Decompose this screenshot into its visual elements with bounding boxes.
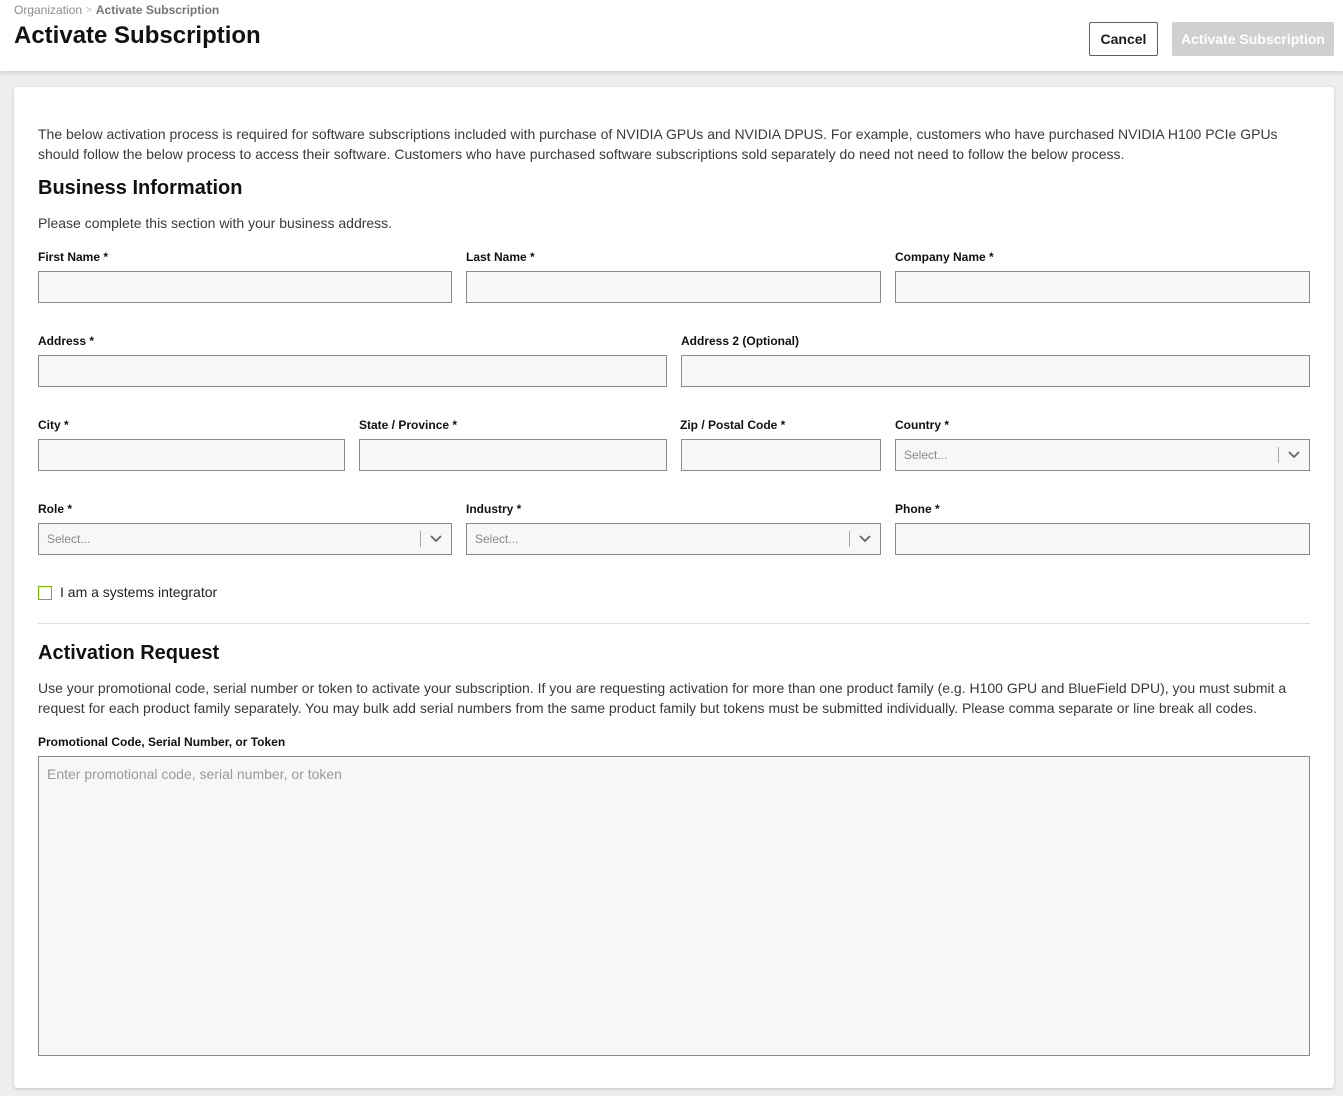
chevron-down-icon[interactable]: [850, 524, 880, 554]
intro-text: The below activation process is required…: [38, 126, 1278, 162]
breadcrumb-current: Activate Subscription: [95, 3, 220, 17]
phone-input[interactable]: [895, 523, 1310, 555]
business-information-title: Business Information: [38, 177, 243, 199]
country-select[interactable]: Select...: [895, 439, 1310, 471]
state-label: State / Province *: [359, 418, 458, 432]
city-label: City *: [38, 418, 69, 432]
country-select-placeholder: Select...: [904, 448, 948, 462]
page-header: Organization > Activate Subscription Act…: [0, 0, 1343, 71]
company-name-label: Company Name *: [895, 250, 994, 264]
address-input[interactable]: [38, 355, 667, 387]
business-information-description: Please complete this section with your b…: [38, 215, 393, 231]
country-label: Country *: [895, 418, 949, 432]
first-name-input[interactable]: [38, 271, 452, 303]
last-name-label: Last Name *: [466, 250, 535, 264]
last-name-input[interactable]: [466, 271, 881, 303]
section-divider: [38, 623, 1310, 624]
code-label: Promotional Code, Serial Number, or Toke…: [38, 735, 286, 749]
breadcrumb-separator-icon: >: [86, 4, 92, 16]
chevron-down-icon[interactable]: [1279, 440, 1309, 470]
industry-label: Industry *: [466, 502, 522, 516]
breadcrumb: Organization > Activate Subscription: [14, 3, 219, 17]
role-select[interactable]: Select...: [38, 523, 452, 555]
phone-label: Phone *: [895, 502, 940, 516]
zip-input[interactable]: [681, 439, 881, 471]
company-name-input[interactable]: [895, 271, 1310, 303]
chevron-down-icon[interactable]: [421, 524, 451, 554]
zip-label: Zip / Postal Code *: [680, 418, 786, 432]
state-input[interactable]: [359, 439, 667, 471]
breadcrumb-organization[interactable]: Organization: [14, 3, 82, 17]
city-input[interactable]: [38, 439, 345, 471]
activate-subscription-button[interactable]: Activate Subscription: [1172, 22, 1334, 56]
systems-integrator-label[interactable]: I am a systems integrator: [60, 584, 217, 600]
page-title: Activate Subscription: [14, 22, 261, 49]
role-label: Role *: [38, 502, 73, 516]
role-select-placeholder: Select...: [47, 532, 91, 546]
industry-select-placeholder: Select...: [475, 532, 519, 546]
activation-request-description: Use your promotional code, serial number…: [38, 680, 1287, 716]
activation-form-card: The below activation process is required…: [14, 87, 1334, 1088]
first-name-label: First Name *: [38, 250, 109, 264]
systems-integrator-checkbox[interactable]: [38, 586, 52, 600]
cancel-button[interactable]: Cancel: [1089, 22, 1158, 56]
industry-select[interactable]: Select...: [466, 523, 881, 555]
activation-request-title: Activation Request: [38, 642, 220, 664]
address2-input[interactable]: [681, 355, 1310, 387]
address2-label: Address 2 (Optional): [681, 334, 800, 348]
address-label: Address *: [38, 334, 95, 348]
code-textarea[interactable]: [38, 756, 1310, 1056]
